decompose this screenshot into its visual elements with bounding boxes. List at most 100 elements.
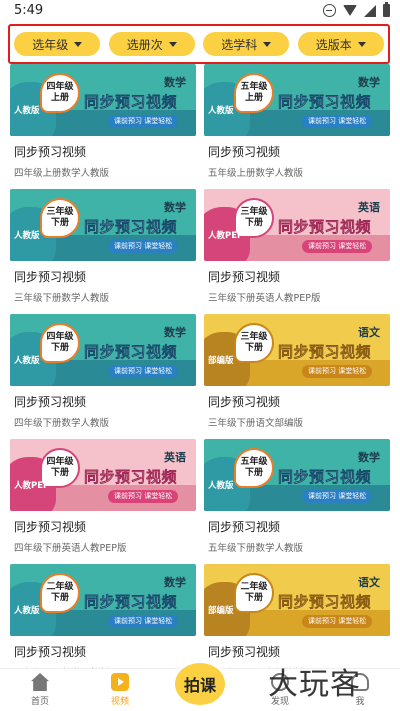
shoot-lesson-button[interactable]: 拍课 <box>172 660 228 708</box>
card-subtitle: 五年级下册数学人教版 <box>208 543 304 554</box>
filter-edition[interactable]: 选版本 <box>297 32 384 56</box>
card-title: 同步预习视频 <box>208 270 281 284</box>
card-subtitle: 三年级下册数学人教版 <box>14 293 110 304</box>
thumbnail-tagline: 同步预习视频 <box>278 343 372 361</box>
video-thumbnail[interactable]: 三年级 下册 人教PEP 英语 同步预习视频 课前预习 课堂轻松 <box>204 189 390 261</box>
watermark: 大玩客 <box>268 667 361 702</box>
card-subtitle: 三年级下册英语人教PEP版 <box>208 293 321 304</box>
thumbnail-pill: 课前预习 课堂轻松 <box>108 240 179 253</box>
grade-badge: 二年级 下册 <box>40 573 80 613</box>
thumbnail-pill: 课前预习 课堂轻松 <box>108 365 179 378</box>
thumbnail-tagline: 同步预习视频 <box>84 218 178 236</box>
video-card[interactable]: 三年级 下册 人教版 数学 同步预习视频 课前预习 课堂轻松 同步预习视频 三年级下册数学人教… <box>10 189 196 314</box>
video-thumbnail[interactable]: 三年级 下册 人教版 数学 同步预习视频 课前预习 课堂轻松 <box>10 189 196 261</box>
home-icon <box>31 673 49 691</box>
grade-badge: 二年级 下册 <box>234 573 274 613</box>
edition-label: 部编版 <box>208 356 234 366</box>
grade-badge: 五年级 下册 <box>234 448 274 488</box>
thumbnail-pill: 课前预习 课堂轻松 <box>108 490 179 503</box>
edition-label: 人教PEP <box>208 231 244 241</box>
caret-down-icon <box>263 41 272 47</box>
grade-label: 五年级 <box>240 82 268 92</box>
video-card[interactable]: 五年级 上册 人教版 数学 同步预习视频 课前预习 课堂轻松 同步预习视频 五年级上册数学人教… <box>204 64 390 189</box>
filter-edition-label: 选版本 <box>315 37 352 52</box>
thumbnail-tagline: 同步预习视频 <box>84 343 178 361</box>
volume-label: 下册 <box>50 468 69 478</box>
nav-home-label: 首页 <box>30 697 49 707</box>
grade-badge: 三年级 下册 <box>40 198 80 238</box>
volume-label: 上册 <box>244 93 263 103</box>
card-title: 同步预习视频 <box>14 270 87 284</box>
video-thumbnail[interactable]: 五年级 下册 人教版 数学 同步预习视频 课前预习 课堂轻松 <box>204 439 390 511</box>
video-card[interactable]: 四年级 上册 人教版 数学 同步预习视频 课前预习 课堂轻松 同步预习视频 四年级上册数学人教… <box>10 64 196 189</box>
volume-label: 上册 <box>50 93 69 103</box>
video-thumbnail[interactable]: 五年级 上册 人教版 数学 同步预习视频 课前预习 课堂轻松 <box>204 64 390 136</box>
thumbnail-pill: 课前预习 课堂轻松 <box>108 115 179 128</box>
grade-label: 四年级 <box>46 457 74 467</box>
subject-label: 数学 <box>164 576 186 589</box>
shoot-lesson-label: 拍课 <box>183 676 216 695</box>
filter-subject-label: 选学科 <box>221 37 258 52</box>
subject-label: 数学 <box>164 76 186 89</box>
card-subtitle: 四年级上册数学人教版 <box>14 168 110 179</box>
thumbnail-tagline: 同步预习视频 <box>84 93 178 111</box>
thumbnail-tagline: 同步预习视频 <box>84 593 178 611</box>
video-icon <box>111 673 129 691</box>
card-title: 同步预习视频 <box>208 645 281 659</box>
card-subtitle: 五年级上册数学人教版 <box>208 168 304 179</box>
edition-label: 人教版 <box>208 106 234 116</box>
video-thumbnail[interactable]: 四年级 下册 人教PEP 英语同步预习视频课前预习 课堂轻松 <box>10 439 196 511</box>
video-card[interactable]: 五年级 下册 人教版 数学 同步预习视频 课前预习 课堂轻松 同步预习视频五年级下册数学人教… <box>204 439 390 564</box>
grade-label: 二年级 <box>240 582 268 592</box>
nav-video[interactable]: 视频 <box>90 673 150 707</box>
volume-label: 下册 <box>244 343 263 353</box>
filter-subject[interactable]: 选学科 <box>203 32 290 56</box>
filter-volume-label: 选册次 <box>126 37 163 52</box>
grade-badge: 五年级 上册 <box>234 73 274 113</box>
edition-label: 人教PEP <box>14 481 50 491</box>
video-card[interactable]: 四年级 下册 人教PEP 英语 同步预习视频 课前预习 课堂轻松 同步预习视频 四年级下册英语… <box>10 439 196 564</box>
video-card[interactable]: 四年级 下册 人教版 数学 同步预习视频 课前预习 课堂轻松 同步预习视频 四年级下册数学人教… <box>10 314 196 439</box>
card-title: 同步预习视频 <box>14 395 87 409</box>
subject-label: 数学 <box>358 76 380 89</box>
wifi-icon <box>343 5 357 16</box>
subject-label: 语文 <box>358 326 380 339</box>
subject-label: 数学 <box>164 201 186 214</box>
edition-label: 人教版 <box>208 481 234 491</box>
nav-home[interactable]: 首页 <box>10 673 70 707</box>
grade-badge: 四年级 上册 <box>40 73 80 113</box>
volume-label: 下册 <box>50 593 69 603</box>
signal-icon <box>364 4 376 17</box>
video-thumbnail[interactable]: 二年级 下册 部编版 语文 同步预习视频 课前预习 课堂轻松 <box>204 564 390 636</box>
edition-label: 部编版 <box>208 606 234 616</box>
thumbnail-pill: 课前预习 课堂轻松 <box>108 615 179 628</box>
filter-bar: 选年级 选册次 选学科 选版本 <box>8 24 390 64</box>
card-subtitle: 四年级下册数学人教版 <box>14 418 110 429</box>
thumbnail-tagline: 同步预习视频 <box>278 593 372 611</box>
battery-icon <box>383 2 390 17</box>
video-card[interactable]: 三年级 下册 人教PEP 英语 同步预习视频 课前预习 课堂轻松 同步预习视频 三年级下册英语… <box>204 189 390 314</box>
edition-label: 人教版 <box>14 356 40 366</box>
filter-grade[interactable]: 选年级 <box>14 32 101 56</box>
thumbnail-tagline: 同步预习视频 <box>278 218 372 236</box>
video-card[interactable]: 三年级 下册 部编版 语文 同步预习视频 课前预习 课堂轻松 同步预习视频 三年级下册语文部编… <box>204 314 390 439</box>
card-title: 同步预习视频 <box>208 145 281 159</box>
volume-label: 下册 <box>244 468 263 478</box>
status-bar: 5:49 <box>0 0 400 24</box>
thumbnail-tagline: 同步预习视频 <box>84 468 178 486</box>
video-thumbnail[interactable]: 三年级 下册 部编版 语文 同步预习视频 课前预习 课堂轻松 <box>204 314 390 386</box>
thumbnail-tagline: 同步预习视频 <box>278 468 372 486</box>
volume-label: 下册 <box>244 593 263 603</box>
thumbnail-pill: 课前预习 课堂轻松 <box>302 115 373 128</box>
status-icons <box>323 2 390 17</box>
video-thumbnail[interactable]: 四年级 下册 人教版 数学 同步预习视频 课前预习 课堂轻松 <box>10 314 196 386</box>
video-thumbnail[interactable]: 四年级 上册 人教版 数学 同步预习视频 课前预习 课堂轻松 <box>10 64 196 136</box>
volume-label: 下册 <box>50 343 69 353</box>
card-title: 同步预习视频 <box>14 645 87 659</box>
edition-label: 人教版 <box>14 606 40 616</box>
video-thumbnail[interactable]: 二年级 下册 人教版 数学同步预习视频课前预习 课堂轻松 <box>10 564 196 636</box>
card-title: 同步预习视频 <box>14 520 87 534</box>
subject-label: 英语 <box>164 451 186 464</box>
filter-volume[interactable]: 选册次 <box>108 32 195 56</box>
subject-label: 语文 <box>358 576 380 589</box>
